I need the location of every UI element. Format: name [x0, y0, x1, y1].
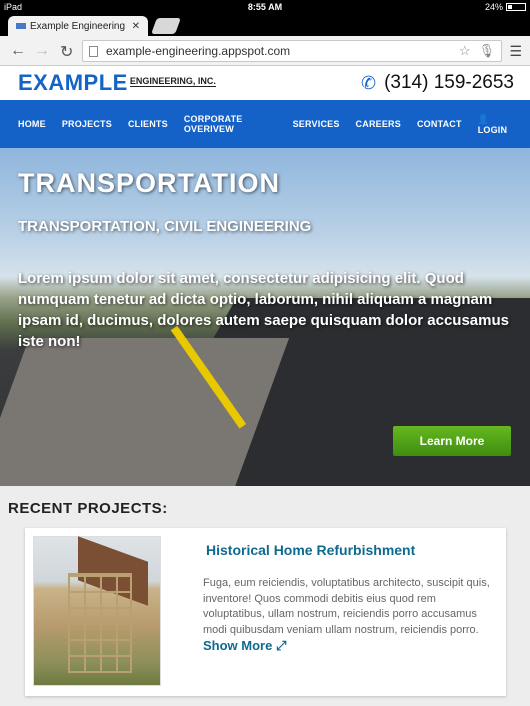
tab-title: Example Engineering - Le [30, 20, 128, 32]
hero-subtitle: TRANSPORTATION, CIVIL ENGINEERING [18, 218, 312, 235]
nav-corporate-overview[interactable]: CORPORATE OVERIVEW [184, 114, 277, 134]
learn-more-button[interactable]: Learn More [393, 426, 511, 456]
back-arrow-icon[interactable]: ← [10, 42, 26, 60]
battery-status: 24% [485, 2, 526, 12]
forward-arrow-icon[interactable]: → [34, 42, 50, 60]
url-text: example-engineering.appspot.com [106, 44, 291, 58]
scaffolding-image [68, 573, 132, 673]
show-more-label: Show More [203, 638, 273, 653]
bookmark-star-icon[interactable]: ☆ [459, 43, 471, 59]
company-logo[interactable]: EXAMPLE ENGINEERING, INC. [18, 70, 216, 96]
nav-contact[interactable]: CONTACT [417, 119, 462, 129]
nav-services[interactable]: SERVICES [293, 119, 340, 129]
nav-login[interactable]: 👤 LOGIN [478, 114, 514, 135]
logo-sub-text: ENGINEERING, INC. [129, 76, 216, 87]
nav-projects[interactable]: PROJECTS [62, 119, 112, 129]
hero-text: Lorem ipsum dolor sit amet, consectetur … [18, 270, 509, 350]
page-icon [89, 45, 98, 57]
favicon-icon [16, 23, 26, 29]
hero-banner: TRANSPORTATION TRANSPORTATION, CIVIL ENG… [0, 148, 530, 486]
battery-icon [506, 3, 526, 11]
battery-percent: 24% [484, 2, 503, 12]
phone-icon: ✆ [360, 72, 377, 93]
user-icon: 👤 [477, 113, 490, 124]
project-card: Historical Home Refurbishment Fuga, eum … [25, 528, 506, 696]
address-bar[interactable]: example-engineering.appspot.com ☆ 🎙 [82, 40, 502, 62]
nav-clients[interactable]: CLIENTS [128, 119, 168, 129]
expand-icon: ⤢ [275, 638, 287, 653]
browser-toolbar: ← → ↻ example-engineering.appspot.com ☆ … [0, 36, 530, 66]
tab-strip: Example Engineering - Le ✕ [0, 14, 530, 36]
project-title[interactable]: Historical Home Refurbishment [206, 542, 415, 558]
phone-number[interactable]: ✆ (314) 159-2653 [361, 72, 514, 94]
reload-icon[interactable]: ↻ [60, 42, 73, 62]
project-text: Fuga, eum reiciendis, voluptatibus archi… [203, 577, 490, 636]
nav-careers[interactable]: CAREERS [356, 119, 401, 129]
project-image[interactable] [33, 536, 161, 686]
microphone-icon[interactable]: 🎙 [478, 43, 495, 59]
close-tab-icon[interactable]: ✕ [132, 21, 140, 32]
project-description: Fuga, eum reiciendis, voluptatibus archi… [203, 576, 493, 656]
menu-icon[interactable]: ☰ [509, 43, 522, 60]
phone-text: (314) 159-2653 [384, 72, 514, 93]
nav-login-label: LOGIN [477, 124, 508, 135]
new-tab-button[interactable] [151, 18, 181, 34]
nav-home[interactable]: HOME [18, 119, 46, 129]
logo-main-text: EXAMPLE [18, 70, 128, 95]
clock: 8:55 AM [247, 2, 283, 12]
recent-projects-heading: RECENT PROJECTS: [8, 500, 168, 517]
hero-title: TRANSPORTATION [18, 168, 280, 198]
status-bar: iPad 8:55 AM 24% [0, 0, 530, 14]
site-header: EXAMPLE ENGINEERING, INC. ✆ (314) 159-26… [0, 66, 530, 100]
main-nav: HOME PROJECTS CLIENTS CORPORATE OVERIVEW… [0, 100, 530, 148]
browser-tab[interactable]: Example Engineering - Le ✕ [8, 16, 148, 36]
show-more-link[interactable]: Show More ⤢ [203, 638, 286, 653]
